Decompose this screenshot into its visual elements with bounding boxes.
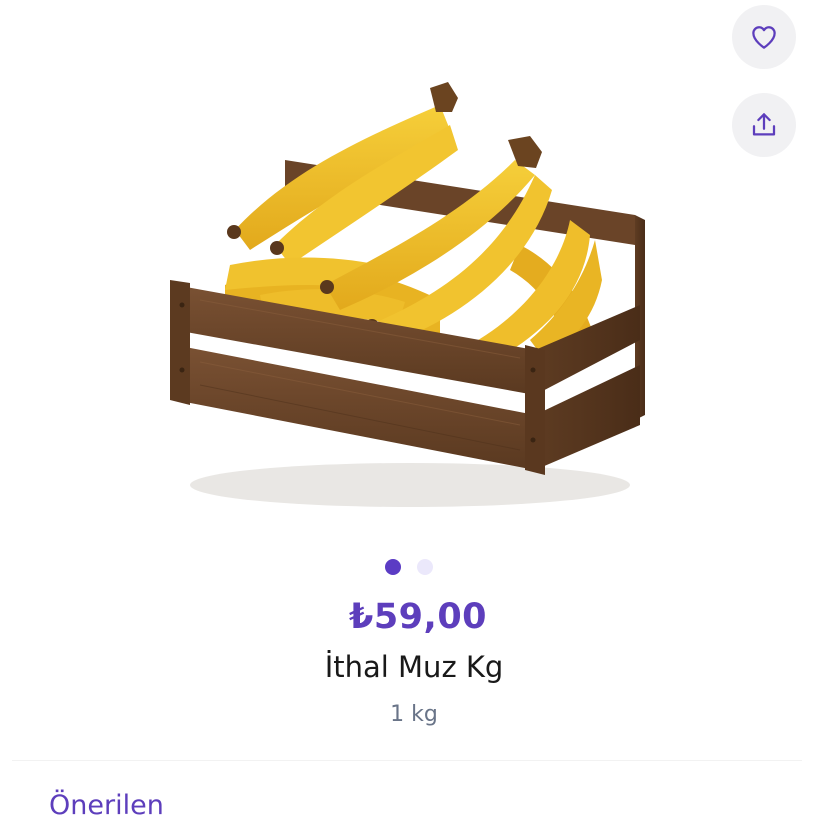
- favorite-button[interactable]: [732, 5, 796, 69]
- share-button[interactable]: [732, 93, 796, 157]
- product-detail-page: ₺59,00 İthal Muz Kg 1 kg Önerilen: [0, 0, 815, 840]
- carousel-dot-active[interactable]: [384, 559, 401, 575]
- recommended-section-title: Önerilen: [49, 790, 164, 821]
- share-icon: [749, 110, 779, 140]
- product-unit: 1 kg: [390, 702, 438, 727]
- product-name: İthal Muz Kg: [324, 650, 504, 684]
- section-divider: [12, 760, 802, 761]
- carousel-dot[interactable]: [416, 559, 433, 575]
- product-image[interactable]: [140, 40, 685, 540]
- heart-icon: [749, 22, 779, 52]
- image-carousel-indicator: [0, 559, 815, 575]
- product-price: ₺59,00: [348, 597, 488, 637]
